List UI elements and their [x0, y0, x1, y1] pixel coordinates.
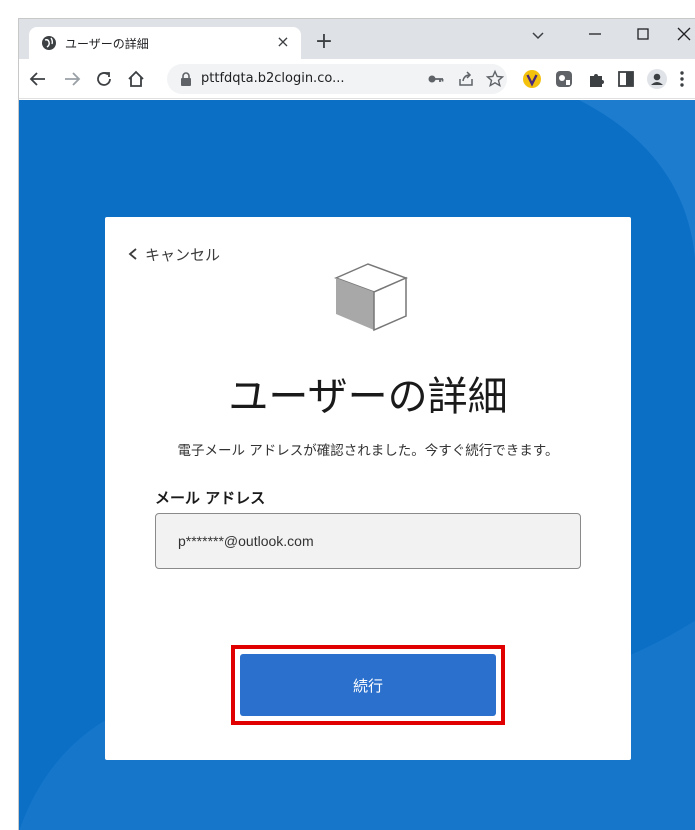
url-text: pttfdqta.b2clogin.co... — [201, 71, 345, 86]
tab-close-icon[interactable]: × — [272, 31, 294, 53]
minimize-icon[interactable] — [582, 23, 608, 45]
globe-icon — [42, 36, 56, 50]
profile-avatar-icon[interactable] — [646, 68, 668, 90]
key-icon[interactable] — [427, 71, 445, 87]
browser-window: ユーザーの詳細 × + pttfdqta.b2clogin.co... キャンセ… — [18, 18, 695, 830]
continue-button[interactable]: 続行 — [240, 654, 496, 716]
new-tab-button[interactable]: + — [312, 31, 336, 55]
forward-arrow-icon[interactable] — [61, 68, 83, 90]
lock-icon — [181, 72, 191, 86]
home-icon[interactable] — [125, 68, 147, 90]
email-field[interactable] — [155, 513, 581, 569]
cancel-link[interactable]: キャンセル — [127, 243, 220, 265]
browser-toolbar: pttfdqta.b2clogin.co... — [19, 59, 695, 99]
page-title: ユーザーの詳細 — [228, 374, 508, 420]
extension-v-icon[interactable] — [521, 68, 543, 90]
verification-message: 電子メール アドレスが確認されました。今すぐ続行できます。 — [177, 443, 559, 459]
cancel-label: キャンセル — [145, 245, 221, 264]
chevron-down-icon[interactable] — [527, 25, 549, 47]
close-icon[interactable] — [671, 23, 695, 45]
side-panel-icon[interactable] — [615, 68, 637, 90]
puzzle-icon[interactable] — [585, 68, 607, 90]
extension-icon[interactable] — [553, 68, 575, 90]
reload-icon[interactable] — [93, 68, 115, 90]
maximize-icon[interactable] — [630, 23, 656, 45]
menu-dots-icon[interactable] — [675, 68, 689, 90]
tab-strip: ユーザーの詳細 × + — [19, 19, 695, 59]
back-arrow-icon[interactable] — [27, 68, 49, 90]
page-background: キャンセル ユーザーの詳細 電子メール アドレスが確認されました。今すぐ続行でき… — [19, 100, 695, 830]
share-icon[interactable] — [457, 70, 475, 88]
tab-title: ユーザーの詳細 — [65, 37, 149, 51]
cube-logo-icon — [333, 263, 409, 332]
star-icon[interactable] — [485, 69, 505, 89]
user-details-card: キャンセル ユーザーの詳細 電子メール アドレスが確認されました。今すぐ続行でき… — [105, 217, 631, 760]
address-bar[interactable]: pttfdqta.b2clogin.co... — [167, 64, 507, 94]
browser-tab[interactable]: ユーザーの詳細 × — [29, 27, 301, 59]
chevron-left-icon — [128, 248, 137, 260]
email-label: メール アドレス — [155, 489, 266, 507]
